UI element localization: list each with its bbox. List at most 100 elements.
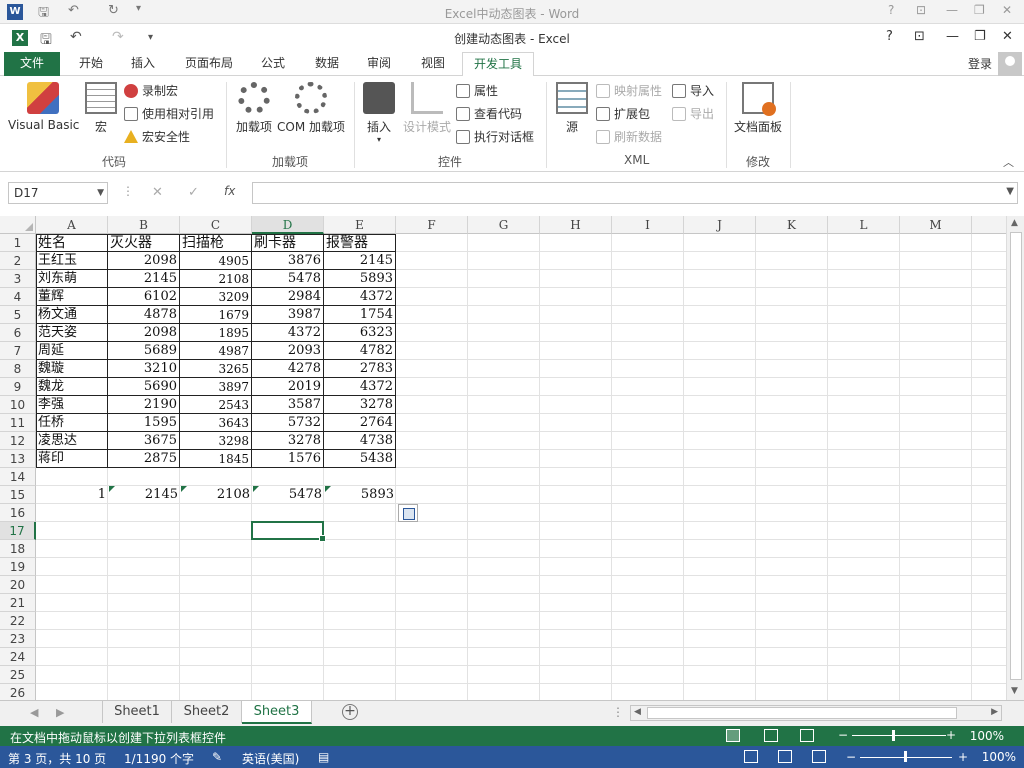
cell-b4[interactable]: 6102 bbox=[108, 288, 180, 306]
word-minimize-button[interactable]: — bbox=[946, 3, 958, 17]
cell-a10[interactable]: 李强 bbox=[36, 396, 108, 414]
row-header-22[interactable]: 22 bbox=[0, 612, 36, 630]
row-header-4[interactable]: 4 bbox=[0, 288, 36, 306]
cell-a13[interactable]: 蒋印 bbox=[36, 450, 108, 468]
cell-e2[interactable]: 2145 bbox=[324, 252, 396, 270]
word-maximize-button[interactable]: ❐ bbox=[974, 3, 985, 17]
cell-a1[interactable]: 姓名 bbox=[36, 234, 108, 252]
cell-d6[interactable]: 4372 bbox=[252, 324, 324, 342]
cell-b1[interactable]: 灭火器 bbox=[108, 234, 180, 252]
cell-a4[interactable]: 董辉 bbox=[36, 288, 108, 306]
column-header-m[interactable]: M bbox=[900, 216, 972, 234]
cell-b9[interactable]: 5690 bbox=[108, 378, 180, 396]
run-dialog-button[interactable]: 执行对话框 bbox=[456, 128, 534, 148]
record-macro-button[interactable]: 录制宏 bbox=[124, 82, 178, 102]
zoom-slider[interactable] bbox=[852, 735, 946, 736]
sheet-tab-sheet3[interactable]: Sheet3 bbox=[242, 701, 312, 724]
zoom-slider-thumb[interactable] bbox=[892, 730, 895, 741]
cell-d1[interactable]: 刷卡器 bbox=[252, 234, 324, 252]
cell-b7[interactable]: 5689 bbox=[108, 342, 180, 360]
row-header-15[interactable]: 15 bbox=[0, 486, 36, 504]
excel-help-button[interactable]: ? bbox=[886, 29, 893, 44]
cell-e7[interactable]: 4782 bbox=[324, 342, 396, 360]
formula-input[interactable]: ▼ bbox=[252, 182, 1018, 204]
cell-e15[interactable]: 5893 bbox=[324, 486, 396, 504]
visual-basic-button[interactable]: Visual Basic bbox=[8, 80, 79, 132]
next-sheet-icon[interactable]: ▶ bbox=[56, 706, 64, 719]
cancel-entry-icon[interactable]: ✕ bbox=[152, 185, 163, 200]
web-layout-icon[interactable] bbox=[812, 750, 826, 763]
cell-e1[interactable]: 报警器 bbox=[324, 234, 396, 252]
use-relative-references-button[interactable]: 使用相对引用 bbox=[124, 105, 214, 125]
cell-d5[interactable]: 3987 bbox=[252, 306, 324, 324]
cell-c8[interactable]: 3265 bbox=[180, 360, 252, 378]
row-header-26[interactable]: 26 bbox=[0, 684, 36, 700]
row-header-2[interactable]: 2 bbox=[0, 252, 36, 270]
cell-b13[interactable]: 2875 bbox=[108, 450, 180, 468]
word-zoom-slider-thumb[interactable] bbox=[904, 751, 907, 762]
excel-maximize-button[interactable]: ❐ bbox=[974, 29, 986, 44]
cell-e12[interactable]: 4738 bbox=[324, 432, 396, 450]
excel-minimize-button[interactable]: — bbox=[946, 29, 959, 44]
tab-review[interactable]: 审阅 bbox=[358, 52, 400, 76]
cell-d7[interactable]: 2093 bbox=[252, 342, 324, 360]
design-mode-button[interactable]: 设计模式 bbox=[400, 80, 454, 135]
page-layout-view-icon[interactable] bbox=[764, 729, 778, 742]
column-header-j[interactable]: J bbox=[684, 216, 756, 234]
avatar[interactable] bbox=[998, 52, 1022, 76]
row-header-11[interactable]: 11 bbox=[0, 414, 36, 432]
row-header-16[interactable]: 16 bbox=[0, 504, 36, 522]
formula-bar-splitter[interactable]: ⋮ bbox=[122, 184, 134, 198]
row-header-5[interactable]: 5 bbox=[0, 306, 36, 324]
cell-a2[interactable]: 王红玉 bbox=[36, 252, 108, 270]
column-header-k[interactable]: K bbox=[756, 216, 828, 234]
cell-c7[interactable]: 4987 bbox=[180, 342, 252, 360]
paste-options-icon[interactable] bbox=[398, 504, 418, 522]
cell-b11[interactable]: 1595 bbox=[108, 414, 180, 432]
cell-c10[interactable]: 2543 bbox=[180, 396, 252, 414]
refresh-data-button[interactable]: 刷新数据 bbox=[596, 128, 662, 148]
cell-e9[interactable]: 4372 bbox=[324, 378, 396, 396]
cell-e3[interactable]: 5893 bbox=[324, 270, 396, 288]
macro-security-button[interactable]: 宏安全性 bbox=[124, 128, 190, 148]
active-cell[interactable] bbox=[251, 521, 326, 542]
row-header-12[interactable]: 12 bbox=[0, 432, 36, 450]
tab-splitter-handle[interactable]: ⋮ bbox=[612, 705, 624, 719]
cell-c4[interactable]: 3209 bbox=[180, 288, 252, 306]
document-panel-button[interactable]: 文档面板 bbox=[732, 80, 784, 135]
word-zoom-in-icon[interactable]: + bbox=[958, 750, 968, 764]
cell-b3[interactable]: 2145 bbox=[108, 270, 180, 288]
confirm-entry-icon[interactable]: ✓ bbox=[188, 185, 199, 200]
row-header-13[interactable]: 13 bbox=[0, 450, 36, 468]
word-count[interactable]: 1/1190 个字 bbox=[124, 750, 194, 767]
cell-c5[interactable]: 1679 bbox=[180, 306, 252, 324]
expansion-packs-button[interactable]: 扩展包 bbox=[596, 105, 650, 125]
cell-c15[interactable]: 2108 bbox=[180, 486, 252, 504]
row-header-1[interactable]: 1 bbox=[0, 234, 36, 252]
column-header-f[interactable]: F bbox=[396, 216, 468, 234]
collapse-ribbon-icon[interactable]: ︿ bbox=[1003, 154, 1014, 170]
word-ribbon-display-button[interactable]: ⊡ bbox=[916, 3, 926, 17]
cell-b6[interactable]: 2098 bbox=[108, 324, 180, 342]
tab-view[interactable]: 视图 bbox=[412, 52, 454, 76]
tab-page-layout[interactable]: 页面布局 bbox=[176, 52, 242, 76]
tab-developer[interactable]: 开发工具 bbox=[462, 52, 534, 77]
word-help-button[interactable]: ? bbox=[888, 3, 894, 17]
zoom-out-icon[interactable]: − bbox=[838, 728, 848, 742]
cell-a6[interactable]: 范天姿 bbox=[36, 324, 108, 342]
column-header-l[interactable]: L bbox=[828, 216, 900, 234]
row-header-21[interactable]: 21 bbox=[0, 594, 36, 612]
scroll-left-icon[interactable]: ◀ bbox=[634, 707, 641, 717]
row-header-17[interactable]: 17 bbox=[0, 522, 36, 540]
cell-d8[interactable]: 4278 bbox=[252, 360, 324, 378]
macros-button[interactable]: 宏 bbox=[84, 80, 118, 135]
cell-b12[interactable]: 3675 bbox=[108, 432, 180, 450]
sign-in-link[interactable]: 登录 bbox=[968, 55, 992, 72]
excel-ribbon-display-button[interactable]: ⊡ bbox=[914, 29, 925, 44]
row-header-8[interactable]: 8 bbox=[0, 360, 36, 378]
cell-e8[interactable]: 2783 bbox=[324, 360, 396, 378]
row-header-18[interactable]: 18 bbox=[0, 540, 36, 558]
addins-button[interactable]: 加载项 bbox=[232, 80, 276, 135]
cell-a12[interactable]: 凌思达 bbox=[36, 432, 108, 450]
tab-home[interactable]: 开始 bbox=[70, 52, 112, 76]
